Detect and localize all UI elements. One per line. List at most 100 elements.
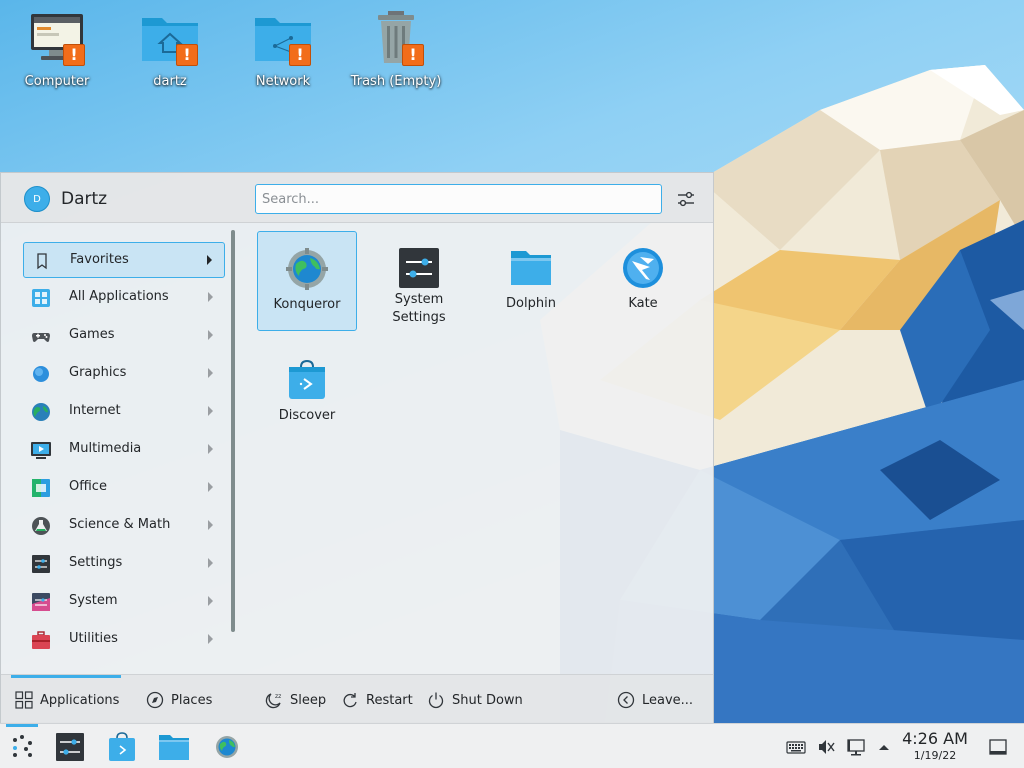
button-label: Shut Down <box>452 692 523 708</box>
dolphin-icon <box>159 735 189 760</box>
graphics-icon <box>33 366 49 382</box>
desktop-icon-trash[interactable]: ! Trash (Empty) <box>346 8 446 96</box>
chevron-right-icon <box>207 255 212 265</box>
power-icon <box>428 692 444 709</box>
active-tab-indicator <box>11 675 121 678</box>
category-all-applications[interactable]: All Applications <box>23 280 225 316</box>
tab-label: Applications <box>40 692 120 708</box>
bookmark-icon <box>37 253 47 270</box>
clock-date: 1/19/22 <box>913 749 957 762</box>
desktop-icon-home[interactable]: ! dartz <box>120 8 220 96</box>
desktop-icon-label: dartz <box>153 74 187 89</box>
taskbar-discover[interactable] <box>106 731 138 763</box>
toolbox-icon <box>32 631 50 649</box>
app-label: Kate <box>628 296 658 311</box>
app-discover[interactable]: Discover <box>257 343 357 443</box>
chevron-right-icon <box>208 406 213 416</box>
digital-clock[interactable]: 4:26 AM 1/19/22 <box>898 730 972 764</box>
category-graphics[interactable]: Graphics <box>23 356 225 392</box>
network-tray-icon[interactable] <box>846 737 866 757</box>
chevron-right-icon <box>208 444 213 454</box>
warning-badge: ! <box>289 44 311 66</box>
user-name: Dartz <box>61 189 108 209</box>
category-internet[interactable]: Internet <box>23 394 225 430</box>
category-science-math[interactable]: Science & Math <box>23 508 225 544</box>
kde-launcher-icon <box>13 735 32 757</box>
restart-button[interactable]: Restart <box>341 689 413 711</box>
taskbar-dolphin[interactable] <box>158 731 190 763</box>
launcher-header: D Dartz <box>1 173 713 223</box>
konqueror-icon <box>216 736 238 758</box>
tab-places[interactable]: Places <box>146 689 212 711</box>
category-office[interactable]: Office <box>23 470 225 506</box>
avatar[interactable]: D <box>24 186 50 212</box>
app-label: System Settings <box>392 292 446 325</box>
tab-label: Places <box>171 692 213 708</box>
app-konqueror[interactable]: Konqueror <box>257 231 357 331</box>
launcher-footer: Applications Places zz Sleep Restart Shu… <box>1 674 713 724</box>
shutdown-button[interactable]: Shut Down <box>427 689 523 711</box>
expand-tray-icon[interactable] <box>874 737 894 757</box>
system-icon <box>32 593 50 611</box>
home-folder-icon: ! <box>140 8 200 68</box>
taskbar-konqueror[interactable] <box>211 731 243 763</box>
category-system[interactable]: System <box>23 584 225 620</box>
chevron-right-icon <box>208 520 213 530</box>
desktop-icon-computer[interactable]: ! Computer <box>7 8 107 96</box>
volume-muted-icon[interactable] <box>816 737 836 757</box>
app-system-settings[interactable]: System Settings <box>369 231 469 331</box>
desktop-icon-label: Computer <box>24 74 90 89</box>
search-input[interactable] <box>255 184 662 214</box>
show-desktop-button[interactable] <box>988 737 1008 757</box>
chevron-right-icon <box>208 634 213 644</box>
category-label: Graphics <box>69 365 127 380</box>
app-label: Konqueror <box>273 297 341 312</box>
category-multimedia[interactable]: Multimedia <box>23 432 225 468</box>
chevron-right-icon <box>208 558 213 568</box>
show-desktop-icon <box>989 739 1007 755</box>
dolphin-icon <box>511 251 551 285</box>
app-label: Discover <box>278 408 336 423</box>
button-label: Sleep <box>290 692 327 708</box>
network-folder-icon: ! <box>253 8 313 68</box>
chevron-right-icon <box>208 596 213 606</box>
gamepad-icon <box>32 333 50 342</box>
desktop-icon-label: Network <box>255 74 311 89</box>
applications-grid-icon <box>15 691 33 709</box>
button-label: Leave... <box>642 692 694 708</box>
sleep-button[interactable]: zz Sleep <box>265 689 326 711</box>
warning-badge: ! <box>402 44 424 66</box>
category-settings[interactable]: Settings <box>23 546 225 582</box>
konqueror-icon <box>286 248 328 290</box>
flask-icon <box>32 517 50 535</box>
office-icon <box>32 479 50 497</box>
tab-applications[interactable]: Applications <box>15 689 119 711</box>
discover-icon <box>109 732 135 761</box>
warning-badge: ! <box>63 44 85 66</box>
taskbar-system-settings[interactable] <box>54 731 86 763</box>
category-games[interactable]: Games <box>23 318 225 354</box>
category-label: Settings <box>69 555 123 570</box>
chevron-right-icon <box>208 292 213 302</box>
chevron-right-icon <box>208 368 213 378</box>
category-label: All Applications <box>69 289 169 304</box>
button-label: Restart <box>366 692 413 708</box>
category-utilities[interactable]: Utilities <box>23 622 225 658</box>
desktop-icon-network[interactable]: ! Network <box>233 8 333 96</box>
application-launcher-button[interactable] <box>6 731 38 763</box>
configure-button[interactable] <box>673 186 699 212</box>
multimedia-icon <box>31 442 51 459</box>
system-settings-icon <box>399 248 439 288</box>
category-label: Internet <box>69 403 121 418</box>
app-kate[interactable]: Kate <box>593 231 693 331</box>
category-scrollbar[interactable] <box>231 230 235 632</box>
clock-time: 4:26 AM <box>902 729 968 748</box>
leave-button[interactable]: Leave... <box>617 689 693 711</box>
grid-icon <box>32 289 50 307</box>
keyboard-tray-icon[interactable] <box>786 737 806 757</box>
app-dolphin[interactable]: Dolphin <box>481 231 581 331</box>
compass-icon <box>146 691 164 709</box>
desktop-icon-label: Trash (Empty) <box>350 74 442 89</box>
category-favorites[interactable]: Favorites <box>23 242 225 278</box>
system-settings-icon <box>56 733 84 761</box>
